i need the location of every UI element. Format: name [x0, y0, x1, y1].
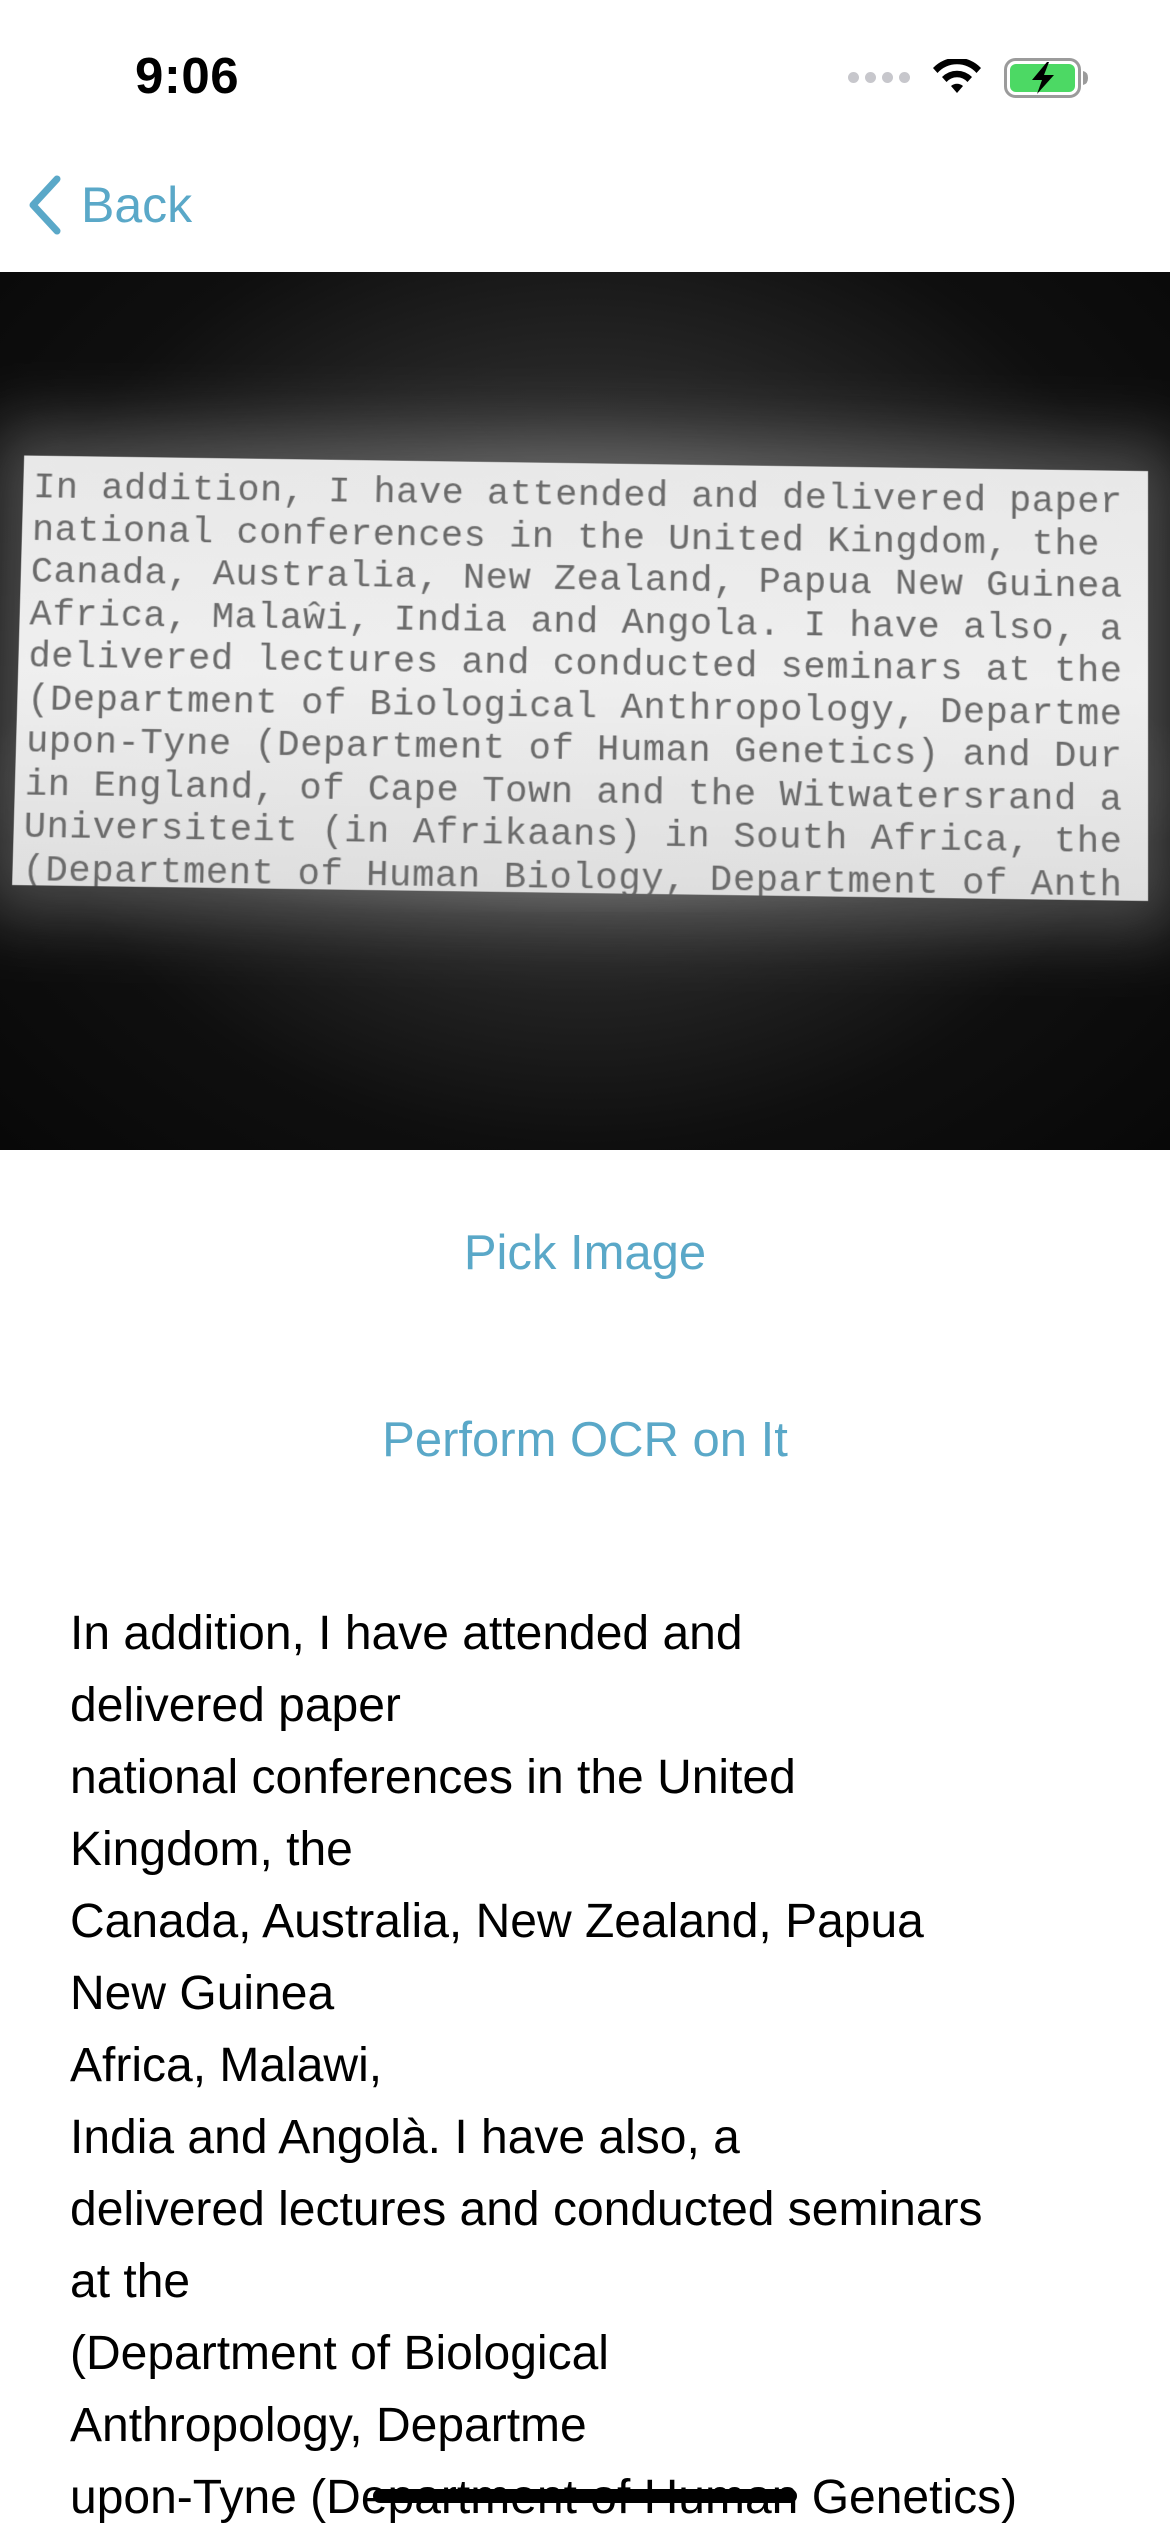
wifi-icon [933, 58, 981, 93]
perform-ocr-button[interactable]: Perform OCR on It [0, 1412, 1170, 1468]
back-label: Back [81, 177, 193, 233]
ocr-result-line: delivered paper [70, 1679, 401, 1732]
back-button[interactable]: Back [25, 170, 192, 240]
ocr-result-line: Anthropology, Departme [70, 2399, 587, 2452]
ocr-result-line: Canada, Australia, New Zealand, Papua [70, 1895, 924, 1948]
ocr-result-line: New Guinea [70, 1967, 335, 2020]
chevron-left-icon [29, 175, 61, 235]
home-indicator[interactable] [373, 2489, 797, 2503]
status-bar: 9:06 [0, 0, 1170, 150]
ocr-result-line: at the [70, 2255, 191, 2308]
ocr-result-line: national conferences in the United [70, 1751, 796, 1804]
status-time: 9:06 [135, 47, 240, 104]
status-icons [848, 55, 1090, 100]
battery-charging-icon [1004, 57, 1088, 98]
document-photo: In addition, I have attended and deliver… [12, 455, 1149, 901]
ocr-result-text: In addition, I have attended and deliver… [70, 1598, 1110, 2534]
signal-dots-icon [848, 72, 910, 83]
picked-image-preview: In addition, I have attended and deliver… [0, 272, 1170, 1150]
navigation-bar: Back [0, 150, 1170, 272]
ocr-result-line: (Department of Biological [70, 2327, 609, 2380]
ocr-result-line: delivered lectures and conducted seminar… [70, 2183, 983, 2236]
ocr-result-line: Kingdom, the [70, 1823, 353, 1876]
ocr-result-line: Africa, Malawi, [70, 2039, 383, 2092]
ocr-result-line: In addition, I have attended and [70, 1607, 743, 1660]
pick-image-button[interactable]: Pick Image [0, 1225, 1170, 1281]
ocr-result-line: India and Angolà. I have also, a [70, 2111, 740, 2164]
